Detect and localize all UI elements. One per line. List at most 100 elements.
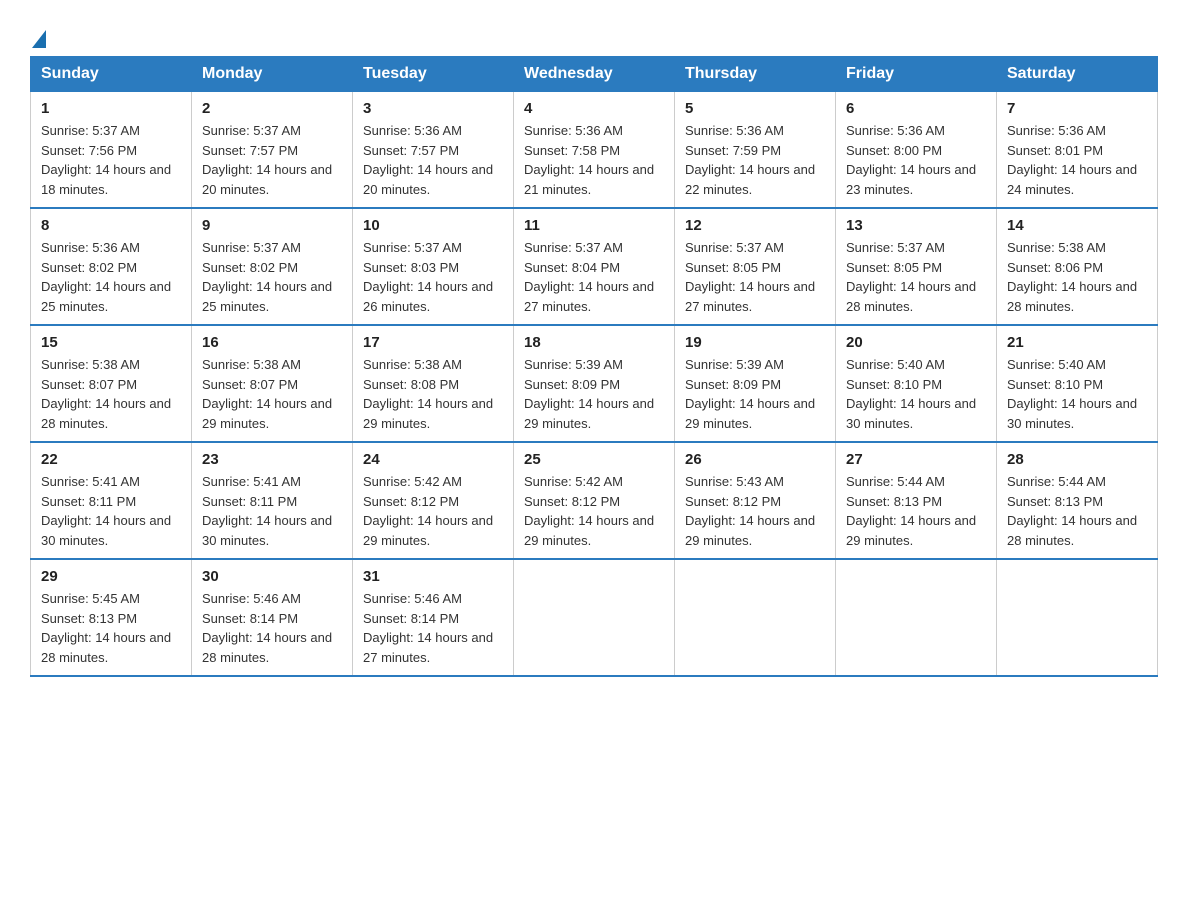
day-detail: Sunrise: 5:36 AMSunset: 8:01 PMDaylight:…: [1007, 121, 1147, 199]
calendar-cell: 18 Sunrise: 5:39 AMSunset: 8:09 PMDaylig…: [514, 325, 675, 442]
day-detail: Sunrise: 5:41 AMSunset: 8:11 PMDaylight:…: [41, 472, 181, 550]
day-detail: Sunrise: 5:38 AMSunset: 8:06 PMDaylight:…: [1007, 238, 1147, 316]
day-detail: Sunrise: 5:36 AMSunset: 8:00 PMDaylight:…: [846, 121, 986, 199]
calendar-week-row: 1 Sunrise: 5:37 AMSunset: 7:56 PMDayligh…: [31, 92, 1158, 209]
column-header-friday: Friday: [836, 57, 997, 92]
day-number: 18: [524, 334, 664, 351]
calendar-cell: 7 Sunrise: 5:36 AMSunset: 8:01 PMDayligh…: [997, 92, 1158, 209]
calendar-cell: [997, 559, 1158, 676]
day-number: 29: [41, 568, 181, 585]
calendar-cell: 12 Sunrise: 5:37 AMSunset: 8:05 PMDaylig…: [675, 208, 836, 325]
day-detail: Sunrise: 5:39 AMSunset: 8:09 PMDaylight:…: [685, 355, 825, 433]
calendar-cell: 10 Sunrise: 5:37 AMSunset: 8:03 PMDaylig…: [353, 208, 514, 325]
day-number: 22: [41, 451, 181, 468]
column-header-thursday: Thursday: [675, 57, 836, 92]
column-header-sunday: Sunday: [31, 57, 192, 92]
day-detail: Sunrise: 5:37 AMSunset: 7:57 PMDaylight:…: [202, 121, 342, 199]
logo: [30, 30, 46, 46]
calendar-cell: 8 Sunrise: 5:36 AMSunset: 8:02 PMDayligh…: [31, 208, 192, 325]
day-number: 3: [363, 100, 503, 117]
calendar-cell: 22 Sunrise: 5:41 AMSunset: 8:11 PMDaylig…: [31, 442, 192, 559]
day-detail: Sunrise: 5:43 AMSunset: 8:12 PMDaylight:…: [685, 472, 825, 550]
day-number: 31: [363, 568, 503, 585]
day-detail: Sunrise: 5:36 AMSunset: 7:58 PMDaylight:…: [524, 121, 664, 199]
day-number: 20: [846, 334, 986, 351]
day-number: 6: [846, 100, 986, 117]
day-number: 10: [363, 217, 503, 234]
column-header-wednesday: Wednesday: [514, 57, 675, 92]
calendar-cell: 24 Sunrise: 5:42 AMSunset: 8:12 PMDaylig…: [353, 442, 514, 559]
day-number: 24: [363, 451, 503, 468]
day-detail: Sunrise: 5:38 AMSunset: 8:07 PMDaylight:…: [41, 355, 181, 433]
day-number: 21: [1007, 334, 1147, 351]
day-detail: Sunrise: 5:40 AMSunset: 8:10 PMDaylight:…: [1007, 355, 1147, 433]
day-number: 1: [41, 100, 181, 117]
day-detail: Sunrise: 5:38 AMSunset: 8:07 PMDaylight:…: [202, 355, 342, 433]
calendar-cell: 23 Sunrise: 5:41 AMSunset: 8:11 PMDaylig…: [192, 442, 353, 559]
calendar-cell: 27 Sunrise: 5:44 AMSunset: 8:13 PMDaylig…: [836, 442, 997, 559]
calendar-cell: 14 Sunrise: 5:38 AMSunset: 8:06 PMDaylig…: [997, 208, 1158, 325]
day-detail: Sunrise: 5:42 AMSunset: 8:12 PMDaylight:…: [363, 472, 503, 550]
calendar-cell: 26 Sunrise: 5:43 AMSunset: 8:12 PMDaylig…: [675, 442, 836, 559]
day-number: 16: [202, 334, 342, 351]
day-number: 13: [846, 217, 986, 234]
day-number: 9: [202, 217, 342, 234]
day-detail: Sunrise: 5:36 AMSunset: 7:59 PMDaylight:…: [685, 121, 825, 199]
day-number: 2: [202, 100, 342, 117]
day-detail: Sunrise: 5:42 AMSunset: 8:12 PMDaylight:…: [524, 472, 664, 550]
day-number: 19: [685, 334, 825, 351]
calendar-cell: [514, 559, 675, 676]
calendar-cell: [836, 559, 997, 676]
calendar-table: SundayMondayTuesdayWednesdayThursdayFrid…: [30, 56, 1158, 677]
calendar-cell: 25 Sunrise: 5:42 AMSunset: 8:12 PMDaylig…: [514, 442, 675, 559]
day-detail: Sunrise: 5:46 AMSunset: 8:14 PMDaylight:…: [363, 589, 503, 667]
column-header-saturday: Saturday: [997, 57, 1158, 92]
day-number: 14: [1007, 217, 1147, 234]
day-detail: Sunrise: 5:37 AMSunset: 8:03 PMDaylight:…: [363, 238, 503, 316]
calendar-week-row: 15 Sunrise: 5:38 AMSunset: 8:07 PMDaylig…: [31, 325, 1158, 442]
calendar-cell: 9 Sunrise: 5:37 AMSunset: 8:02 PMDayligh…: [192, 208, 353, 325]
calendar-cell: 21 Sunrise: 5:40 AMSunset: 8:10 PMDaylig…: [997, 325, 1158, 442]
day-detail: Sunrise: 5:39 AMSunset: 8:09 PMDaylight:…: [524, 355, 664, 433]
day-detail: Sunrise: 5:37 AMSunset: 8:05 PMDaylight:…: [685, 238, 825, 316]
calendar-cell: 3 Sunrise: 5:36 AMSunset: 7:57 PMDayligh…: [353, 92, 514, 209]
page-header: [30, 20, 1158, 46]
day-detail: Sunrise: 5:37 AMSunset: 8:05 PMDaylight:…: [846, 238, 986, 316]
day-detail: Sunrise: 5:44 AMSunset: 8:13 PMDaylight:…: [1007, 472, 1147, 550]
day-number: 17: [363, 334, 503, 351]
logo-triangle-icon: [32, 30, 46, 48]
calendar-cell: 13 Sunrise: 5:37 AMSunset: 8:05 PMDaylig…: [836, 208, 997, 325]
calendar-header-row: SundayMondayTuesdayWednesdayThursdayFrid…: [31, 57, 1158, 92]
calendar-cell: 15 Sunrise: 5:38 AMSunset: 8:07 PMDaylig…: [31, 325, 192, 442]
day-detail: Sunrise: 5:40 AMSunset: 8:10 PMDaylight:…: [846, 355, 986, 433]
calendar-cell: 5 Sunrise: 5:36 AMSunset: 7:59 PMDayligh…: [675, 92, 836, 209]
calendar-cell: 6 Sunrise: 5:36 AMSunset: 8:00 PMDayligh…: [836, 92, 997, 209]
day-number: 15: [41, 334, 181, 351]
calendar-cell: 16 Sunrise: 5:38 AMSunset: 8:07 PMDaylig…: [192, 325, 353, 442]
day-detail: Sunrise: 5:37 AMSunset: 8:02 PMDaylight:…: [202, 238, 342, 316]
day-number: 25: [524, 451, 664, 468]
calendar-cell: 29 Sunrise: 5:45 AMSunset: 8:13 PMDaylig…: [31, 559, 192, 676]
day-detail: Sunrise: 5:44 AMSunset: 8:13 PMDaylight:…: [846, 472, 986, 550]
day-number: 7: [1007, 100, 1147, 117]
day-number: 5: [685, 100, 825, 117]
day-number: 28: [1007, 451, 1147, 468]
calendar-cell: 30 Sunrise: 5:46 AMSunset: 8:14 PMDaylig…: [192, 559, 353, 676]
day-detail: Sunrise: 5:46 AMSunset: 8:14 PMDaylight:…: [202, 589, 342, 667]
column-header-monday: Monday: [192, 57, 353, 92]
column-header-tuesday: Tuesday: [353, 57, 514, 92]
calendar-week-row: 29 Sunrise: 5:45 AMSunset: 8:13 PMDaylig…: [31, 559, 1158, 676]
calendar-cell: 31 Sunrise: 5:46 AMSunset: 8:14 PMDaylig…: [353, 559, 514, 676]
day-detail: Sunrise: 5:37 AMSunset: 7:56 PMDaylight:…: [41, 121, 181, 199]
day-detail: Sunrise: 5:36 AMSunset: 8:02 PMDaylight:…: [41, 238, 181, 316]
day-detail: Sunrise: 5:37 AMSunset: 8:04 PMDaylight:…: [524, 238, 664, 316]
calendar-cell: 4 Sunrise: 5:36 AMSunset: 7:58 PMDayligh…: [514, 92, 675, 209]
calendar-cell: 28 Sunrise: 5:44 AMSunset: 8:13 PMDaylig…: [997, 442, 1158, 559]
day-detail: Sunrise: 5:36 AMSunset: 7:57 PMDaylight:…: [363, 121, 503, 199]
day-detail: Sunrise: 5:41 AMSunset: 8:11 PMDaylight:…: [202, 472, 342, 550]
day-number: 4: [524, 100, 664, 117]
calendar-cell: 20 Sunrise: 5:40 AMSunset: 8:10 PMDaylig…: [836, 325, 997, 442]
calendar-cell: 2 Sunrise: 5:37 AMSunset: 7:57 PMDayligh…: [192, 92, 353, 209]
calendar-week-row: 22 Sunrise: 5:41 AMSunset: 8:11 PMDaylig…: [31, 442, 1158, 559]
day-detail: Sunrise: 5:38 AMSunset: 8:08 PMDaylight:…: [363, 355, 503, 433]
